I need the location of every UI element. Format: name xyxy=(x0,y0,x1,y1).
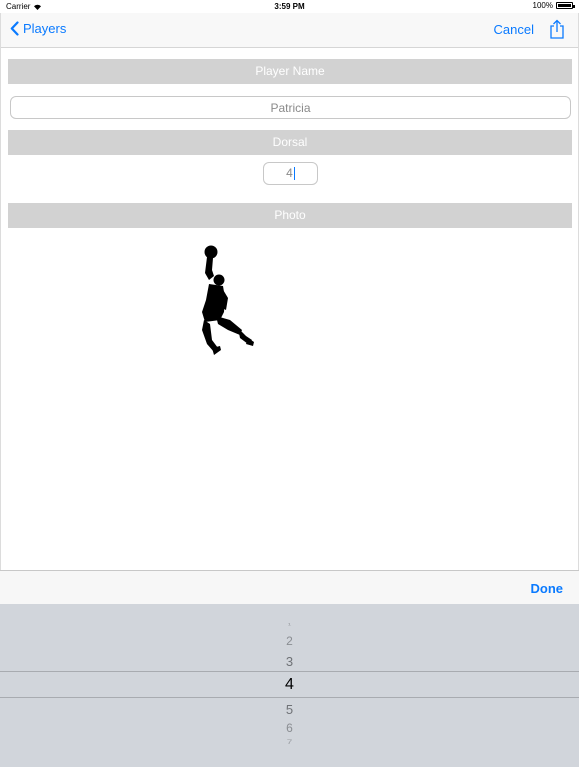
back-button[interactable]: Players xyxy=(10,21,66,36)
navigation-bar: Players Cancel xyxy=(0,13,579,48)
picker-row[interactable]: 6 xyxy=(0,721,579,735)
dorsal-header: Dorsal xyxy=(8,130,572,155)
status-right: 100% xyxy=(532,1,575,10)
picker-row[interactable]: 2 xyxy=(0,634,579,648)
battery-icon xyxy=(556,2,575,9)
picker-toolbar: Done xyxy=(0,570,579,604)
back-button-label: Players xyxy=(23,21,67,36)
text-caret xyxy=(293,167,295,181)
done-button[interactable]: Done xyxy=(531,581,564,596)
dorsal-picker[interactable]: 1 2 3 4 5 6 7 xyxy=(0,604,579,767)
dorsal-value: 4 xyxy=(286,166,293,180)
picker-row-selected[interactable]: 4 xyxy=(0,676,579,694)
status-time: 3:59 PM xyxy=(274,2,305,11)
picker-row[interactable]: 1 xyxy=(0,623,579,627)
picker-row[interactable]: 3 xyxy=(0,654,579,669)
share-icon[interactable] xyxy=(548,19,566,39)
battery-percent: 100% xyxy=(532,1,553,10)
basketball-player-icon[interactable] xyxy=(190,240,260,365)
picker-row[interactable]: 5 xyxy=(0,702,579,717)
picker-row[interactable]: 7 xyxy=(0,739,579,746)
chevron-left-icon xyxy=(10,21,19,36)
dorsal-field[interactable]: 4 xyxy=(263,162,318,185)
player-name-field[interactable] xyxy=(10,96,571,119)
cancel-button[interactable]: Cancel xyxy=(494,22,534,37)
status-bar: Carrier 3:59 PM 100% xyxy=(0,0,579,13)
screen: Carrier 3:59 PM 100% Players Cancel Play… xyxy=(0,0,579,767)
battery-fill xyxy=(558,4,571,7)
player-name-header: Player Name xyxy=(8,59,572,84)
photo-header: Photo xyxy=(8,203,572,228)
